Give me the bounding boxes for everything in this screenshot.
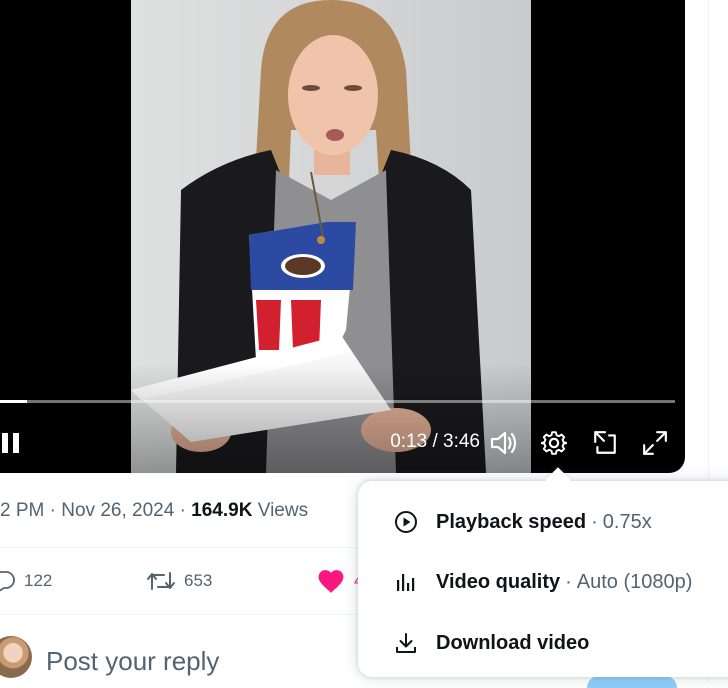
meta-dot: ·: [49, 500, 62, 521]
quality-bars-icon: [393, 569, 419, 595]
volume-icon: [490, 431, 517, 455]
settings-button[interactable]: [538, 427, 570, 459]
reply-count: 122: [24, 571, 53, 590]
playback-speed-menu-item[interactable]: Playback speed · 0.75x: [358, 493, 728, 551]
views-count: 164.9K: [191, 500, 253, 521]
video-quality-value: Auto (1080p): [576, 570, 693, 593]
meta-dot: ·: [179, 500, 192, 521]
time-separator: /: [432, 431, 444, 452]
repost-button[interactable]: 653: [146, 567, 212, 595]
volume-button[interactable]: [488, 428, 520, 458]
playback-speed-label: Playback speed: [436, 510, 587, 533]
reply-icon: [0, 571, 15, 592]
heart-icon: [318, 570, 344, 593]
picture-in-picture-button[interactable]: [589, 427, 621, 459]
tweet-timestamp-row: 2 PM · Nov 26, 2024 · 164.9K Views: [0, 498, 308, 524]
reply-submit-button[interactable]: [587, 676, 677, 688]
video-quality-label: Video quality: [436, 570, 561, 593]
play-circle-icon: [393, 509, 419, 535]
fullscreen-button[interactable]: [639, 427, 671, 459]
picture-in-picture-icon: [594, 431, 616, 454]
settings-gear-icon: [541, 431, 567, 455]
progress-bar-fill: [0, 400, 27, 403]
controls-gradient: [0, 363, 685, 473]
reply-input[interactable]: [46, 644, 346, 678]
repost-icon: [147, 572, 175, 590]
download-video-menu-item[interactable]: Download video: [358, 614, 728, 672]
repost-count: 653: [184, 571, 213, 590]
separator-dot: ·: [591, 510, 598, 533]
pause-button[interactable]: [0, 429, 24, 457]
like-button[interactable]: 4: [316, 567, 363, 595]
reply-button[interactable]: 122: [0, 567, 52, 595]
current-time: 0:13: [390, 431, 428, 452]
views-label: Views: [257, 500, 309, 521]
video-player[interactable]: 0:13 / 3:46: [0, 0, 685, 473]
avatar[interactable]: [0, 636, 32, 678]
fullscreen-icon: [643, 431, 667, 455]
pause-icon: [2, 433, 19, 453]
download-video-label: Download video: [436, 631, 590, 654]
playback-speed-value: 0.75x: [602, 510, 652, 533]
download-icon: [393, 630, 419, 656]
time-display: 0:13 / 3:46: [362, 430, 480, 454]
tweet-time[interactable]: 2 PM: [0, 500, 44, 521]
video-quality-menu-item[interactable]: Video quality · Auto (1080p): [358, 553, 728, 611]
tweet-date[interactable]: Nov 26, 2024: [61, 500, 174, 521]
duration: 3:46: [443, 431, 480, 452]
progress-bar[interactable]: [0, 400, 675, 403]
separator-dot: ·: [565, 570, 572, 593]
